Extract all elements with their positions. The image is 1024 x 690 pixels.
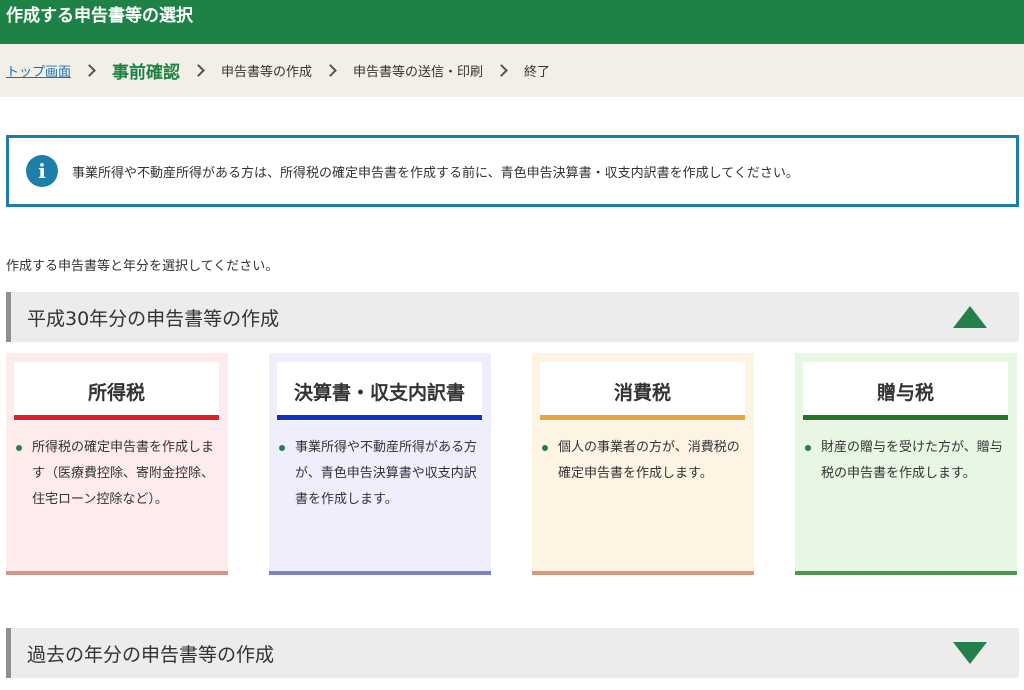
notice-box: i 事業所得や不動産所得がある方は、所得税の確定申告書を作成する前に、青色申告決… [6, 135, 1019, 207]
expand-triangle-icon [953, 642, 987, 664]
bullet-icon [16, 445, 22, 451]
card-bottom-border [795, 571, 1017, 575]
section-title: 過去の年分の申告書等の作成 [27, 643, 275, 666]
card-income-tax[interactable]: 所得税 所得税の確定申告書を作成します（医療費控除、寄附金控除、住宅ローン控除な… [6, 353, 228, 575]
card-accent-bar [540, 415, 745, 420]
breadcrumb-step-finish: 終了 [524, 65, 551, 80]
card-description-text: 個人の事業者の方が、消費税の確定申告書を作成します。 [558, 440, 740, 481]
card-title: 贈与税 [803, 362, 1008, 421]
card-description: 個人の事業者の方が、消費税の確定申告書を作成します。 [542, 435, 740, 487]
bullet-icon [279, 445, 285, 451]
card-accent-bar [277, 415, 482, 420]
card-title: 所得税 [14, 362, 219, 421]
notice-text: 事業所得や不動産所得がある方は、所得税の確定申告書を作成する前に、青色申告決算書… [72, 165, 799, 181]
chevron-right-icon [495, 64, 508, 77]
info-icon: i [26, 155, 58, 187]
bullet-icon [805, 445, 811, 451]
breadcrumb: トップ画面 事前確認 申告書等の作成 申告書等の送信・印刷 終了 [0, 44, 1024, 97]
card-financial-statement[interactable]: 決算書・収支内訳書 事業所得や不動産所得がある方が、青色申告決算書や収支内訳書を… [269, 353, 491, 575]
section-title: 平成30年分の申告書等の作成 [27, 307, 280, 330]
card-consumption-tax[interactable]: 消費税 個人の事業者の方が、消費税の確定申告書を作成します。 [532, 353, 754, 575]
card-description: 事業所得や不動産所得がある方が、青色申告決算書や収支内訳書を作成します。 [279, 435, 478, 513]
breadcrumb-top-link[interactable]: トップ画面 [6, 61, 71, 80]
chevron-right-icon [83, 64, 96, 77]
page: 作成する申告書等の選択 トップ画面 事前確認 申告書等の作成 申告書等の送信・印… [0, 0, 1024, 690]
card-title: 消費税 [540, 362, 745, 421]
collapse-triangle-icon [953, 306, 987, 328]
breadcrumb-current-step: 事前確認 [112, 63, 181, 83]
chevron-right-icon [324, 64, 337, 77]
card-bottom-border [6, 571, 228, 575]
card-description-text: 所得税の確定申告書を作成します（医療費控除、寄附金控除、住宅ローン控除など）。 [32, 440, 215, 507]
card-bottom-border [269, 571, 491, 575]
section-current-year[interactable]: 平成30年分の申告書等の作成 [6, 292, 1019, 342]
card-description: 財産の贈与を受けた方が、贈与税の申告書を作成します。 [805, 435, 1003, 487]
card-gift-tax[interactable]: 贈与税 財産の贈与を受けた方が、贈与税の申告書を作成します。 [795, 353, 1017, 575]
chevron-right-icon [192, 64, 205, 77]
instruction-text: 作成する申告書等と年分を選択してください。 [6, 259, 279, 274]
breadcrumb-step-send-print: 申告書等の送信・印刷 [353, 65, 484, 80]
card-bottom-border [532, 571, 754, 575]
card-title: 決算書・収支内訳書 [277, 362, 482, 421]
page-title: 作成する申告書等の選択 [0, 0, 1024, 44]
bullet-icon [542, 445, 548, 451]
card-description-text: 事業所得や不動産所得がある方が、青色申告決算書や収支内訳書を作成します。 [295, 440, 478, 507]
card-accent-bar [14, 415, 219, 420]
card-accent-bar [803, 415, 1008, 420]
section-past-years[interactable]: 過去の年分の申告書等の作成 [6, 628, 1019, 678]
card-description-text: 財産の贈与を受けた方が、贈与税の申告書を作成します。 [821, 440, 1003, 481]
card-description: 所得税の確定申告書を作成します（医療費控除、寄附金控除、住宅ローン控除など）。 [16, 435, 215, 513]
breadcrumb-step-create: 申告書等の作成 [221, 65, 313, 80]
